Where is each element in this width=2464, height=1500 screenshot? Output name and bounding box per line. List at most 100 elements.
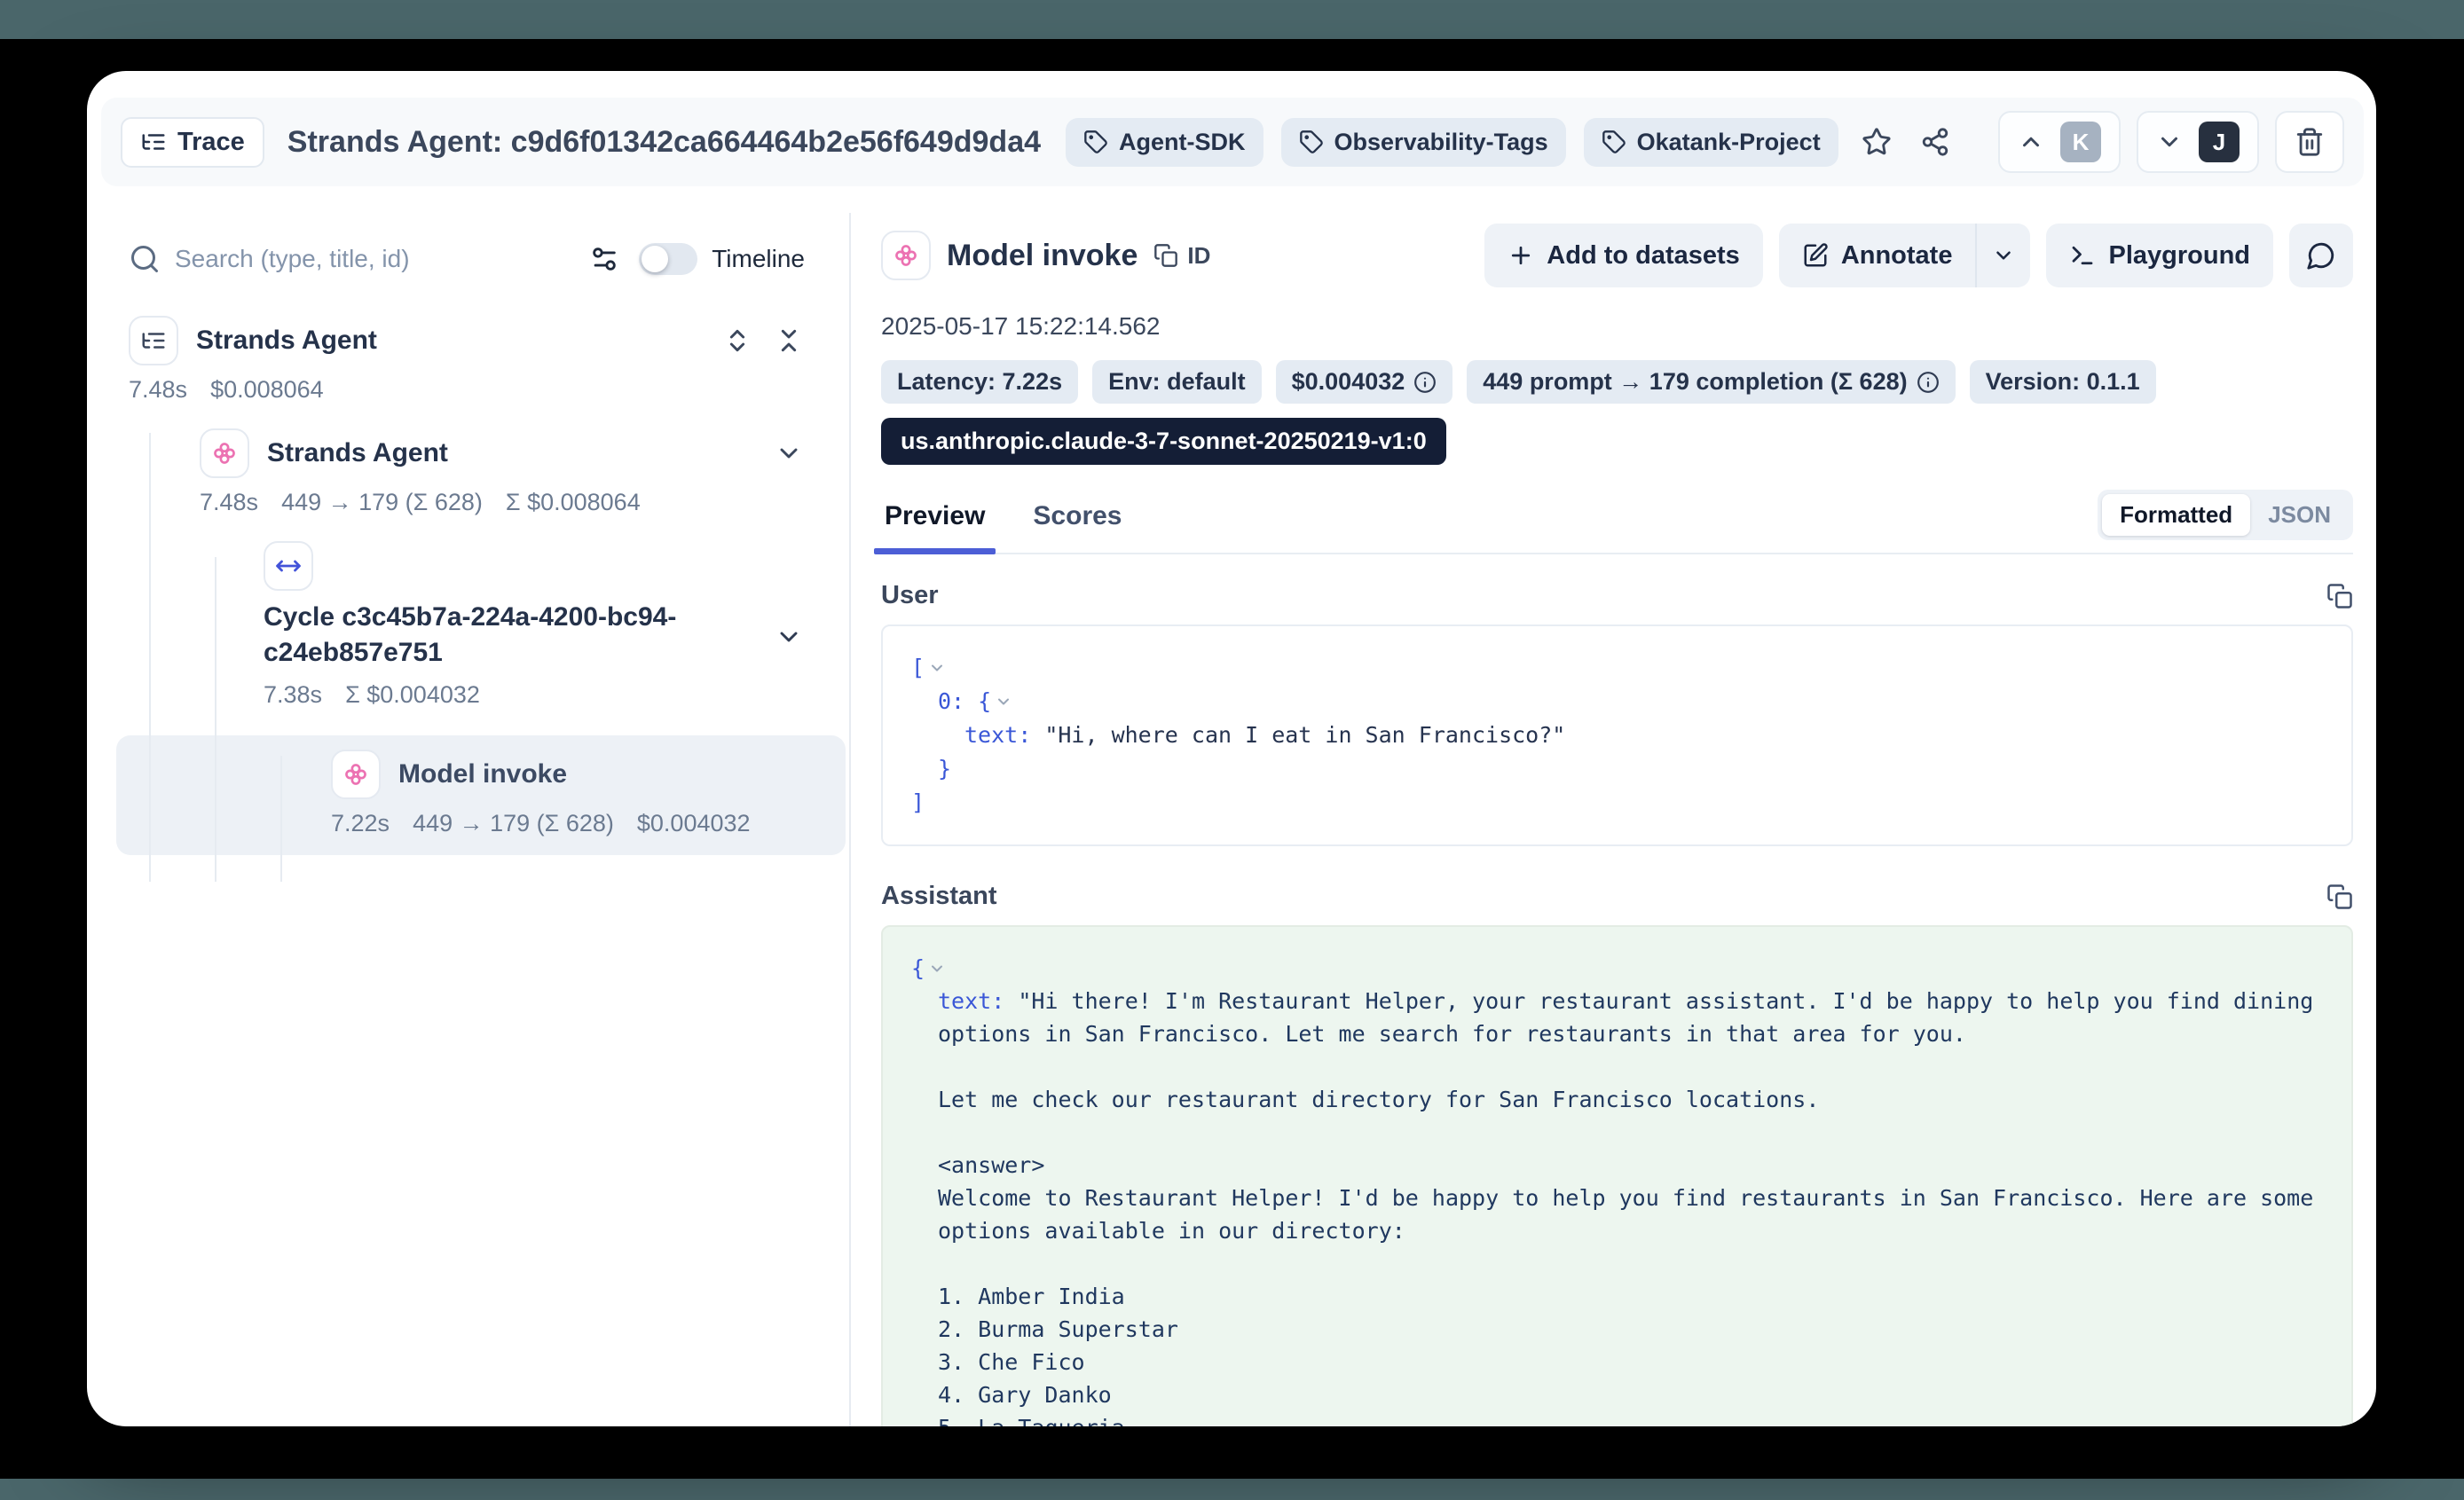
copy-icon: [1153, 243, 1178, 268]
copy-icon[interactable]: [2326, 884, 2353, 910]
tree-row-agent[interactable]: Strands Agent: [129, 428, 805, 478]
timeline-toggle[interactable]: [639, 243, 697, 275]
tree-row-trace-root[interactable]: Strands Agent: [129, 316, 805, 365]
annotate-label: Annotate: [1841, 241, 1953, 271]
top-bar: Trace Strands Agent: c9d6f01342ca664464b…: [101, 98, 2364, 186]
generation-span-icon: [881, 231, 931, 280]
tree-row-model-invoke-selected[interactable]: Model invoke 7.22s 449 → 179 (Σ 628) $0.…: [129, 750, 805, 837]
tree-row-label: Strands Agent: [196, 323, 377, 358]
tree-row-label: Cycle c3c45b7a-224a-4200-bc94-c24eb857e7…: [264, 600, 778, 671]
tag-okatank-project[interactable]: Okatank-Project: [1584, 118, 1838, 167]
tree-indent-guide: [280, 756, 282, 882]
tab-scores[interactable]: Scores: [1029, 496, 1125, 553]
comment-button[interactable]: [2289, 224, 2353, 287]
copy-id-button[interactable]: ID: [1153, 242, 1210, 270]
filter-sliders-icon[interactable]: [589, 244, 619, 274]
trace-chip-label: Trace: [177, 128, 245, 157]
tokens: 449 → 179 (Σ 628): [281, 489, 483, 516]
cost: Σ $0.008064: [506, 489, 641, 516]
assistant-json-viewer: { text: "Hi there! I'm Restaurant Helper…: [881, 925, 2353, 1426]
chevron-down-icon[interactable]: [775, 623, 803, 656]
prev-trace-button[interactable]: K: [1998, 111, 2121, 173]
cost-badge[interactable]: $0.004032: [1276, 360, 1453, 404]
tag-icon: [1602, 130, 1626, 154]
json-line: ]: [911, 786, 2323, 820]
trash-icon: [2295, 127, 2325, 157]
collapse-node-icon[interactable]: [928, 952, 946, 985]
avatar: K: [2060, 122, 2101, 162]
json-line: text: "Hi there! I'm Restaurant Helper, …: [911, 985, 2323, 1426]
delete-trace-button[interactable]: [2275, 111, 2344, 173]
terminal-icon: [2069, 242, 2096, 269]
collapse-node-icon[interactable]: [928, 651, 946, 685]
tree-row-cycle[interactable]: Cycle c3c45b7a-224a-4200-bc94-c24eb857e7…: [129, 541, 805, 709]
collapse-all-icon[interactable]: [773, 325, 805, 357]
tree-row-label: Strands Agent: [267, 436, 448, 471]
plus-icon: [1508, 242, 1534, 269]
json-line: {: [911, 952, 2323, 985]
chevron-down-icon[interactable]: [773, 437, 805, 469]
tag-label: Okatank-Project: [1637, 129, 1821, 156]
tag-agent-sdk[interactable]: Agent-SDK: [1066, 118, 1263, 167]
model-name-badge[interactable]: us.anthropic.claude-3-7-sonnet-20250219-…: [881, 418, 1446, 465]
cycle-span-icon: [264, 541, 313, 591]
format-toggle-json[interactable]: JSON: [2250, 494, 2349, 536]
add-to-datasets-label: Add to datasets: [1547, 241, 1740, 271]
user-json-viewer: [ 0: { text: "Hi, where can I eat in San…: [881, 624, 2353, 846]
metric-badges: Latency: 7.22s Env: default $0.004032 44…: [881, 360, 2353, 404]
chat-bubble-icon: [2306, 240, 2336, 271]
trace-type-chip[interactable]: Trace: [121, 117, 264, 168]
duration: 7.48s: [200, 489, 258, 516]
search-input[interactable]: [175, 245, 575, 273]
search-icon: [129, 243, 161, 275]
tree-indent-guide: [215, 557, 216, 882]
format-toggle: Formatted JSON: [2098, 490, 2353, 540]
observation-actions: Add to datasets Annotate: [1484, 224, 2353, 287]
agent-span-icon: [200, 428, 249, 478]
trace-tree: Strands Agent 7.48s $0.008064: [129, 316, 805, 837]
json-line: text: "Hi, where can I eat in San Franci…: [911, 719, 2323, 752]
annotate-split-button: Annotate: [1779, 224, 2031, 287]
tree-row-metrics: 7.48s $0.008064: [129, 376, 805, 404]
chevron-down-icon: [2156, 129, 2183, 155]
cost: $0.008064: [210, 376, 324, 404]
star-icon[interactable]: [1856, 122, 1897, 162]
json-line: }: [911, 752, 2323, 786]
json-line: 0: {: [911, 685, 2323, 719]
backdrop-bottom-band: [0, 1479, 2464, 1500]
assistant-section-header: Assistant: [881, 882, 2353, 911]
observation-title: Model invoke: [947, 239, 1138, 273]
collapse-node-icon[interactable]: [995, 685, 1012, 719]
env-badge: Env: default: [1092, 360, 1262, 404]
copy-icon[interactable]: [2326, 583, 2353, 609]
id-label: ID: [1187, 242, 1210, 270]
expand-all-icon[interactable]: [721, 325, 753, 357]
format-toggle-formatted[interactable]: Formatted: [2102, 494, 2250, 536]
observation-detail-panel: Model invoke ID Add to datasets: [851, 213, 2376, 1426]
add-to-datasets-button[interactable]: Add to datasets: [1484, 224, 1763, 287]
tab-preview[interactable]: Preview: [881, 496, 988, 553]
duration: 7.38s: [264, 681, 322, 709]
content-area: Timeline Strands Agent: [87, 213, 2376, 1426]
trace-nav-group: K J: [1998, 111, 2344, 173]
annotate-dropdown-chevron[interactable]: [1975, 224, 2030, 287]
tree-controls: [721, 325, 805, 357]
tag-label: Observability-Tags: [1334, 129, 1548, 156]
next-trace-button[interactable]: J: [2137, 111, 2259, 173]
share-icon[interactable]: [1915, 122, 1956, 162]
playground-button[interactable]: Playground: [2046, 224, 2273, 287]
generation-span-icon: [331, 750, 381, 799]
trace-tree-sidebar: Timeline Strands Agent: [87, 213, 849, 1426]
annotate-button[interactable]: Annotate: [1779, 224, 1976, 287]
tag-icon: [1083, 130, 1108, 154]
tokens-badge[interactable]: 449 prompt → 179 completion (Σ 628): [1467, 360, 1955, 404]
tag-icon: [1299, 130, 1324, 154]
tag-observability-tags[interactable]: Observability-Tags: [1281, 118, 1566, 167]
duration: 7.48s: [129, 376, 187, 404]
user-section-header: User: [881, 581, 2353, 610]
info-icon: [1413, 371, 1437, 394]
playground-label: Playground: [2108, 241, 2250, 271]
chevron-up-icon: [2018, 129, 2044, 155]
toggle-knob: [642, 246, 668, 272]
tree-row-metrics: 7.48s 449 → 179 (Σ 628) Σ $0.008064: [129, 489, 805, 516]
